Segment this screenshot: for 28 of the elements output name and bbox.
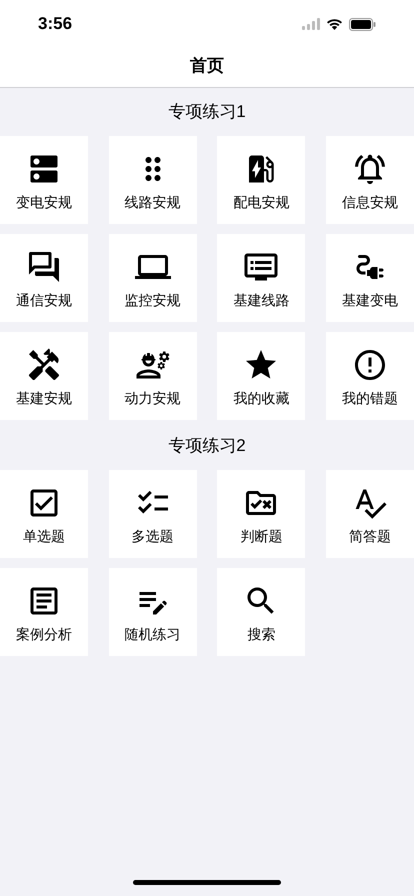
category-tile[interactable]: 案例分析	[0, 568, 88, 656]
category-tile[interactable]: 判断题	[217, 470, 306, 558]
page-title: 首页	[190, 54, 224, 77]
tools-icon	[26, 347, 62, 383]
category-tile[interactable]: 监控安规	[108, 234, 197, 322]
signal-icon	[302, 18, 320, 30]
section-title: 专项练习2	[168, 435, 246, 458]
category-tile[interactable]: 随机练习	[108, 568, 197, 656]
category-tile[interactable]: 搜索	[217, 568, 306, 656]
battery-icon	[349, 18, 376, 30]
category-tile[interactable]: 线路安规	[108, 136, 197, 224]
home-indicator[interactable]	[133, 880, 281, 884]
category-tile[interactable]: 多选题	[108, 470, 197, 558]
category-tile[interactable]: 我的收藏	[217, 332, 306, 420]
status-time: 3:56	[38, 13, 72, 36]
wifi-icon	[326, 18, 343, 30]
category-tile[interactable]: 基建变电	[326, 234, 414, 322]
category-tile[interactable]: 简答题	[326, 470, 414, 558]
category-tile[interactable]: 配电安规	[217, 136, 306, 224]
category-tile[interactable]: 基建线路	[217, 234, 306, 322]
category-tile[interactable]: 动力安规	[108, 332, 197, 420]
category-tile[interactable]: 单选题	[0, 470, 88, 558]
category-tile[interactable]: 信息安规	[326, 136, 414, 224]
category-tile[interactable]: 变电安规	[0, 136, 88, 224]
category-tile[interactable]: 通信安规	[0, 234, 88, 322]
category-tile[interactable]: 基建安规	[0, 332, 88, 420]
section-title: 专项练习1	[168, 101, 246, 124]
category-tile[interactable]: 我的错题	[326, 332, 414, 420]
